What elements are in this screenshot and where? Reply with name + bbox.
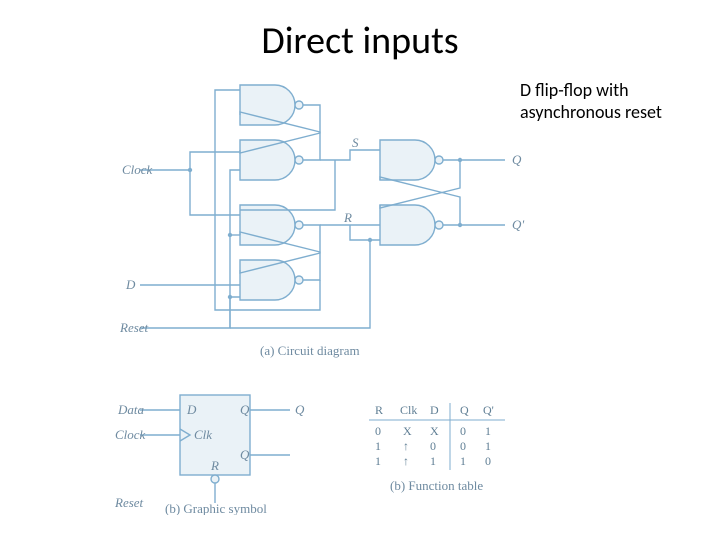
figure-symbol-caption: (b) Graphic symbol — [165, 501, 267, 515]
svg-text:1: 1 — [485, 424, 491, 438]
caption: D flip-flop with asynchronous reset — [520, 80, 662, 123]
svg-text:↑: ↑ — [403, 439, 409, 453]
label-reset: Reset — [120, 320, 149, 335]
label-d: D — [125, 277, 136, 292]
svg-text:1: 1 — [430, 454, 436, 468]
svg-text:Q: Q — [240, 402, 250, 417]
symbol-clk-inside: Clk — [194, 427, 212, 442]
caption-line-2: asynchronous reset — [520, 101, 662, 123]
svg-text:Q: Q — [240, 447, 250, 462]
svg-text:1: 1 — [460, 454, 466, 468]
th-clk: Clk — [400, 403, 417, 417]
svg-text:0: 0 — [485, 454, 491, 468]
svg-text:0: 0 — [460, 424, 466, 438]
nand-gate-4 — [240, 260, 303, 300]
symbol-reset-label: Reset — [115, 495, 144, 510]
label-clock: Clock — [122, 162, 153, 177]
svg-text:1: 1 — [375, 454, 381, 468]
th-d: D — [430, 403, 439, 417]
label-s: S — [352, 135, 359, 150]
th-r: R — [375, 403, 383, 417]
table-row: 1 ↑ 1 1 0 — [375, 454, 491, 468]
symbol-data-label: Data — [117, 402, 145, 417]
svg-text:1: 1 — [485, 439, 491, 453]
nand-gate-1 — [240, 85, 303, 125]
svg-text:↑: ↑ — [403, 454, 409, 468]
svg-text:0: 0 — [460, 439, 466, 453]
figure-a-caption: (a) Circuit diagram — [260, 343, 360, 358]
th-qb: Q' — [483, 403, 494, 417]
table-row: 0 X X 0 1 — [375, 424, 491, 438]
figure-b-caption: (b) Function table — [390, 478, 483, 493]
caption-line-1: D flip-flop with — [520, 79, 629, 101]
symbol-d-inside: D — [186, 402, 197, 417]
svg-text:0: 0 — [375, 424, 381, 438]
svg-text:1: 1 — [375, 439, 381, 453]
table-row: 1 ↑ 0 0 1 — [375, 439, 491, 453]
function-table: R Clk D Q Q' 0 X X 0 1 1 ↑ 0 0 1 1 ↑ 1 1… — [365, 400, 545, 510]
symbol-clock-label: Clock — [115, 427, 146, 442]
nand-gate-5 — [380, 140, 443, 180]
circuit-diagram: Clock D Reset S R Q Q' (a) Circuit diagr… — [120, 70, 530, 360]
svg-text:0: 0 — [430, 439, 436, 453]
label-qbar: Q' — [512, 217, 524, 232]
nand-gate-6 — [380, 205, 443, 245]
slide-title: Direct inputs — [0, 18, 720, 64]
symbol-r-inside: R — [210, 458, 219, 473]
label-q: Q — [512, 152, 522, 167]
symbol-q-label: Q — [295, 402, 305, 417]
label-r: R — [343, 210, 352, 225]
nand-gate-2 — [240, 140, 303, 180]
svg-text:X: X — [430, 424, 439, 438]
th-q: Q — [460, 403, 469, 417]
svg-text:X: X — [403, 424, 412, 438]
nand-gate-3 — [240, 205, 303, 245]
graphic-symbol: Data Clock Reset Q D Clk R (b) Graphic s… — [115, 385, 315, 515]
